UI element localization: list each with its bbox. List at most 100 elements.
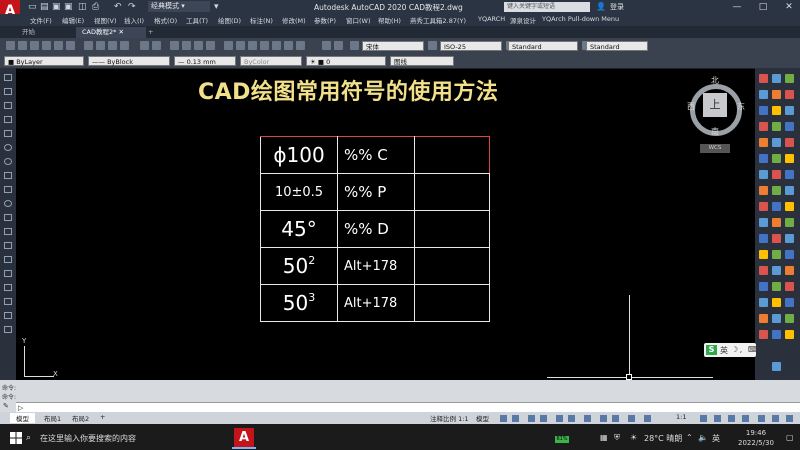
stretch-icon[interactable] <box>785 106 794 115</box>
rotate-icon[interactable] <box>759 106 768 115</box>
close-tab-icon[interactable]: ✕ <box>118 28 123 36</box>
command-wrench-icon[interactable]: ✎ <box>3 402 9 410</box>
autocad-taskbar-icon[interactable]: A <box>234 428 254 448</box>
break-icon[interactable] <box>785 122 794 131</box>
fillet-icon[interactable] <box>785 138 794 147</box>
polygon-icon[interactable] <box>4 116 12 123</box>
compass-west[interactable]: 西 <box>687 101 695 112</box>
lineweight-display-icon[interactable] <box>600 415 607 422</box>
security-icon[interactable]: ⛨ <box>614 433 620 443</box>
gradient-icon[interactable] <box>4 284 12 291</box>
dim-diameter-icon[interactable] <box>759 186 768 195</box>
ime-indicator[interactable]: 英 <box>712 433 720 444</box>
match-properties-icon[interactable] <box>120 41 129 50</box>
model-space-button[interactable]: 模型 <box>476 413 489 423</box>
redo-icon[interactable]: ↷ <box>128 2 136 12</box>
battery-indicator[interactable]: 61% <box>555 436 569 443</box>
cut-icon[interactable] <box>84 41 93 50</box>
render-icon[interactable] <box>785 330 794 339</box>
dim-linear-icon[interactable] <box>759 170 768 179</box>
design-center-icon[interactable] <box>236 41 245 50</box>
multileader-style-combo[interactable]: Standard <box>586 41 648 51</box>
dim-edit-icon[interactable] <box>772 218 781 227</box>
tab-layout1[interactable]: 布局1 <box>44 413 61 423</box>
grid-icon[interactable] <box>500 415 507 422</box>
print-icon[interactable]: ⎙ <box>92 2 99 12</box>
paste-icon[interactable] <box>108 41 117 50</box>
array-icon[interactable] <box>772 90 781 99</box>
quickcalc-icon[interactable] <box>284 41 293 50</box>
tab-start[interactable]: 开始 <box>16 27 41 38</box>
sogou-logo-icon[interactable]: S <box>706 345 717 355</box>
chamfer-icon[interactable] <box>772 138 781 147</box>
revcloud-icon[interactable] <box>4 172 12 179</box>
close-button[interactable]: ✕ <box>780 0 798 14</box>
units-icon[interactable] <box>728 415 735 422</box>
polar-icon[interactable] <box>540 415 547 422</box>
osnap-quadrant-icon[interactable] <box>772 250 781 259</box>
workspace-dropdown[interactable]: 经典模式 ▾ <box>148 1 210 12</box>
spline-icon[interactable] <box>4 186 12 193</box>
ellipse-icon[interactable] <box>4 200 12 207</box>
osnap-none-icon[interactable] <box>772 282 781 291</box>
trim-icon[interactable] <box>759 122 768 131</box>
otrack-icon[interactable] <box>568 415 575 422</box>
wcs-menu[interactable]: WCS <box>700 144 730 153</box>
zoom-realtime-icon[interactable] <box>182 41 191 50</box>
isodraft-icon[interactable] <box>556 415 563 422</box>
copy-object-icon[interactable] <box>772 74 781 83</box>
menu-yqarch[interactable]: YQARCH <box>478 15 505 23</box>
menu-yuanquan[interactable]: 源泉设计 <box>510 15 536 25</box>
undo-toolbar-icon[interactable] <box>140 41 149 50</box>
open-file-icon[interactable]: ▤ <box>40 2 49 12</box>
make-block-icon[interactable] <box>4 242 12 249</box>
ime-language[interactable]: 英 <box>720 345 728 356</box>
qnew-icon[interactable] <box>6 41 15 50</box>
menu-tools[interactable]: 工具(T) <box>186 15 208 25</box>
layer-properties-icon[interactable] <box>322 41 331 50</box>
properties-icon[interactable] <box>224 41 233 50</box>
menu-edit[interactable]: 编辑(E) <box>62 15 84 25</box>
table-icon[interactable] <box>4 312 12 319</box>
text-style-icon[interactable] <box>350 41 359 50</box>
dim-aligned-icon[interactable] <box>772 170 781 179</box>
help-icon[interactable] <box>296 41 305 50</box>
annotation-monitor-icon[interactable] <box>714 415 721 422</box>
ime-moon-icon[interactable]: ☽ <box>731 345 738 354</box>
osnap-settings-icon[interactable] <box>785 282 794 291</box>
publish-icon[interactable] <box>66 41 75 50</box>
layer-state-combo[interactable]: 图线 <box>390 56 454 66</box>
lengthen-icon[interactable] <box>785 154 794 163</box>
menu-format[interactable]: 格式(O) <box>154 15 177 25</box>
erase-icon[interactable] <box>759 74 768 83</box>
dim-baseline-icon[interactable] <box>785 186 794 195</box>
viewport-icon[interactable] <box>759 330 768 339</box>
tray-overflow-icon[interactable]: ⌃ <box>686 433 693 442</box>
dim-style-icon[interactable] <box>428 41 437 50</box>
text-style-combo[interactable]: 宋体 <box>362 41 424 51</box>
search-icon[interactable]: ⌕ <box>26 433 31 443</box>
menu-dimension[interactable]: 标注(N) <box>250 15 273 25</box>
osnap-icon[interactable] <box>584 415 591 422</box>
minimize-button[interactable]: — <box>728 0 746 14</box>
menu-insert[interactable]: 插入(I) <box>124 15 144 25</box>
zoom-previous-icon[interactable] <box>206 41 215 50</box>
sheet-set-icon[interactable] <box>260 41 269 50</box>
volume-icon[interactable]: 🔈 <box>698 433 708 442</box>
extend-icon[interactable] <box>772 122 781 131</box>
linetype-combo[interactable]: —— ByBlock <box>88 56 170 66</box>
new-tab-button[interactable]: + <box>142 27 159 38</box>
ucs-icon[interactable] <box>772 362 781 371</box>
weather-icon[interactable]: ☀ <box>630 433 637 442</box>
isolate-objects-icon[interactable] <box>742 415 749 422</box>
tray-app-icon[interactable]: ▦ <box>600 433 608 442</box>
scale-icon[interactable] <box>772 106 781 115</box>
table-style-combo[interactable]: Standard <box>508 41 578 51</box>
save-toolbar-icon[interactable] <box>30 41 39 50</box>
circle-icon[interactable] <box>4 158 12 165</box>
preview-icon[interactable] <box>54 41 63 50</box>
weather-text[interactable]: 28°C 晴朗 <box>644 433 682 444</box>
ortho-icon[interactable] <box>528 415 535 422</box>
menu-window[interactable]: 窗口(W) <box>346 15 371 25</box>
layout-icon[interactable] <box>772 330 781 339</box>
